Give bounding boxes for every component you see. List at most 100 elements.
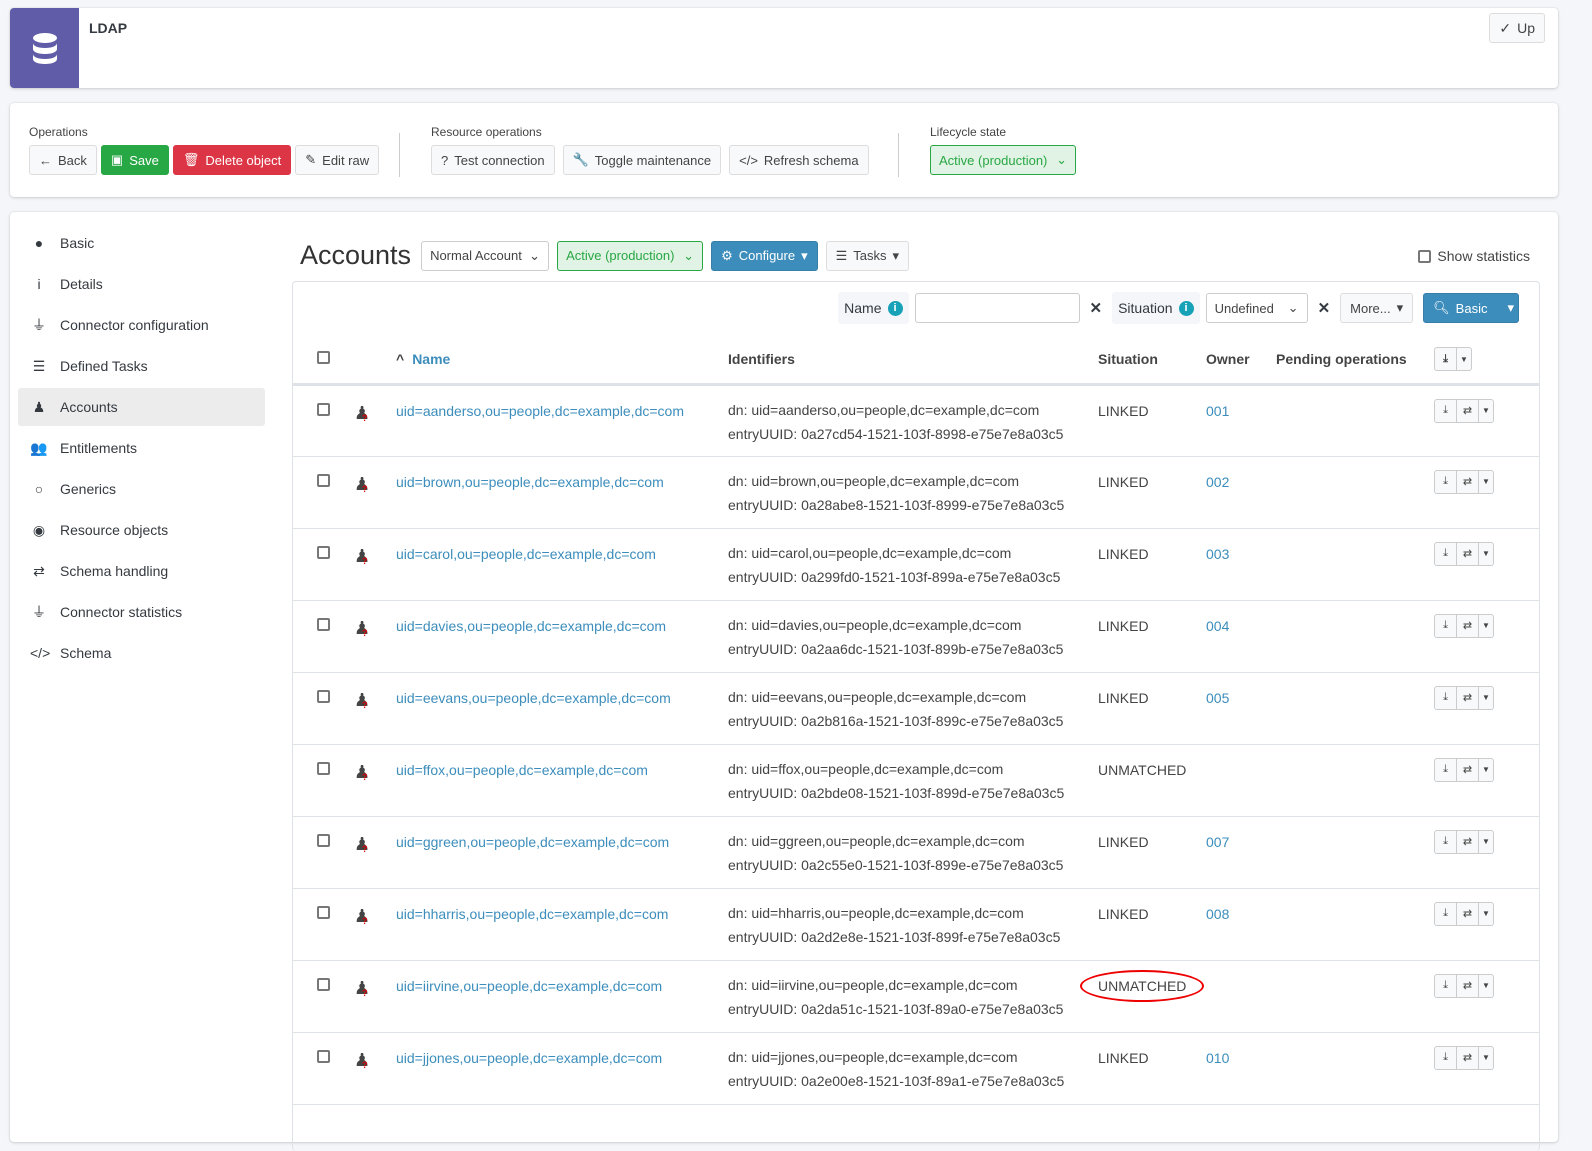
account-name-link[interactable]: uid=carol,ou=people,dc=example,dc=com	[396, 546, 656, 562]
caret-down-icon[interactable]: ▼	[1479, 471, 1493, 493]
kind-select[interactable]: Normal Account ⌄	[421, 240, 550, 271]
header-actions[interactable]: ⤓ ▼	[1434, 347, 1472, 372]
account-name-link[interactable]: uid=eevans,ou=people,dc=example,dc=com	[396, 690, 671, 706]
synchronize-icon[interactable]: ⇄	[1457, 902, 1479, 925]
row-actions[interactable]: ⤓ ⇄ ▼	[1434, 829, 1494, 854]
import-icon[interactable]: ⤓	[1435, 758, 1457, 781]
row-checkbox[interactable]	[317, 761, 330, 775]
account-name-link[interactable]: uid=jjones,ou=people,dc=example,dc=com	[396, 1050, 662, 1066]
owner-link[interactable]: 008	[1206, 906, 1229, 922]
account-name-link[interactable]: uid=ggreen,ou=people,dc=example,dc=com	[396, 834, 669, 850]
account-name-link[interactable]: uid=brown,ou=people,dc=example,dc=com	[396, 474, 664, 490]
row-actions[interactable]: ⤓ ⇄ ▼	[1434, 757, 1494, 782]
show-statistics-checkbox[interactable]	[1418, 249, 1432, 263]
owner-link[interactable]: 002	[1206, 474, 1229, 490]
info-icon[interactable]: i	[1178, 300, 1194, 316]
import-icon[interactable]: ⤓	[1435, 902, 1457, 925]
refresh-schema-button[interactable]: </> Refresh schema	[729, 145, 869, 175]
caret-down-icon[interactable]: ▼	[1479, 975, 1493, 997]
row-checkbox[interactable]	[317, 905, 330, 919]
import-icon[interactable]: ⤓	[1435, 830, 1457, 853]
toggle-maintenance-button[interactable]: 🔧 Toggle maintenance	[562, 145, 722, 175]
account-name-link[interactable]: uid=davies,ou=people,dc=example,dc=com	[396, 618, 666, 634]
sort-name-link[interactable]: Name	[412, 351, 450, 367]
save-button[interactable]: ▣ Save	[100, 145, 169, 175]
row-actions[interactable]: ⤓ ⇄ ▼	[1434, 1045, 1494, 1070]
import-icon[interactable]: ⤓	[1435, 470, 1457, 493]
sidebar-item-schema-handling[interactable]: ⇄ Schema handling	[18, 552, 265, 590]
import-icon[interactable]: ⤓	[1435, 614, 1457, 637]
synchronize-icon[interactable]: ⇄	[1457, 542, 1479, 565]
synchronize-icon[interactable]: ⇄	[1457, 399, 1479, 422]
row-checkbox[interactable]	[317, 689, 330, 703]
sidebar-item-connector-statistics[interactable]: ⏚ Connector statistics	[18, 593, 265, 631]
edit-raw-button[interactable]: ✎ Edit raw	[295, 145, 380, 175]
account-name-link[interactable]: uid=ffox,ou=people,dc=example,dc=com	[396, 762, 648, 778]
sidebar-item-details[interactable]: i Details	[18, 265, 265, 303]
import-icon[interactable]: ⤓	[1435, 348, 1457, 371]
caret-down-icon[interactable]: ▾	[1507, 300, 1514, 316]
row-actions[interactable]: ⤓ ⇄ ▼	[1434, 973, 1494, 998]
lifecycle-select[interactable]: Active (production) ⌄	[930, 145, 1076, 175]
more-filters-button[interactable]: More... ▾	[1340, 293, 1414, 323]
owner-link[interactable]: 004	[1206, 618, 1229, 634]
row-checkbox[interactable]	[317, 402, 330, 416]
synchronize-icon[interactable]: ⇄	[1457, 614, 1479, 637]
owner-link[interactable]: 001	[1206, 403, 1229, 419]
sidebar-item-generics[interactable]: ○ Generics	[18, 470, 265, 508]
account-name-link[interactable]: uid=iirvine,ou=people,dc=example,dc=com	[396, 978, 662, 994]
account-name-link[interactable]: uid=hharris,ou=people,dc=example,dc=com	[396, 906, 668, 922]
caret-down-icon[interactable]: ▼	[1479, 759, 1493, 781]
caret-down-icon[interactable]: ▼	[1479, 400, 1493, 422]
owner-link[interactable]: 003	[1206, 546, 1229, 562]
caret-down-icon[interactable]: ▼	[1479, 615, 1493, 637]
test-connection-button[interactable]: ? Test connection	[431, 145, 555, 175]
synchronize-icon[interactable]: ⇄	[1457, 830, 1479, 853]
import-icon[interactable]: ⤓	[1435, 542, 1457, 565]
configure-button[interactable]: ⚙ Configure ▾	[711, 240, 818, 271]
sidebar-item-basic[interactable]: ● Basic	[18, 224, 265, 262]
sidebar-item-entitlements[interactable]: 👥 Entitlements	[18, 429, 265, 467]
sidebar-item-schema[interactable]: </> Schema	[18, 634, 265, 672]
tasks-button[interactable]: ☰ Tasks ▾	[825, 240, 910, 271]
sidebar-item-resource-objects[interactable]: ◉ Resource objects	[18, 511, 265, 549]
import-icon[interactable]: ⤓	[1435, 1046, 1457, 1069]
caret-down-icon[interactable]: ▼	[1479, 543, 1493, 565]
row-checkbox[interactable]	[317, 977, 330, 991]
caret-down-icon[interactable]: ▼	[1479, 831, 1493, 853]
import-icon[interactable]: ⤓	[1435, 399, 1457, 422]
search-button[interactable]: 🔍︎ Basic ▾	[1423, 293, 1519, 323]
sidebar-item-accounts[interactable]: ♟ Accounts	[18, 388, 265, 426]
owner-link[interactable]: 007	[1206, 834, 1229, 850]
row-checkbox[interactable]	[317, 545, 330, 559]
row-actions[interactable]: ⤓ ⇄ ▼	[1434, 469, 1494, 494]
up-button[interactable]: ✓ Up	[1489, 13, 1545, 43]
synchronize-icon[interactable]: ⇄	[1457, 470, 1479, 493]
row-actions[interactable]: ⤓ ⇄ ▼	[1434, 901, 1494, 926]
delete-object-button[interactable]: 🗑 Delete object	[172, 145, 292, 175]
row-actions[interactable]: ⤓ ⇄ ▼	[1434, 685, 1494, 710]
clear-situation-filter-icon[interactable]: ✕	[1314, 299, 1335, 317]
row-actions[interactable]: ⤓ ⇄ ▼	[1434, 541, 1494, 566]
account-name-link[interactable]: uid=aanderso,ou=people,dc=example,dc=com	[396, 403, 684, 419]
show-statistics-toggle[interactable]: Show statistics	[1418, 248, 1530, 264]
info-icon[interactable]: i	[887, 300, 903, 316]
sidebar-item-defined-tasks[interactable]: ☰ Defined Tasks	[18, 347, 265, 385]
caret-down-icon[interactable]: ▼	[1457, 348, 1471, 370]
column-name[interactable]: ^ Name	[395, 336, 727, 386]
situation-filter-select[interactable]: Undefined ⌄	[1205, 293, 1308, 323]
synchronize-icon[interactable]: ⇄	[1457, 974, 1479, 997]
row-actions[interactable]: ⤓ ⇄ ▼	[1434, 398, 1494, 423]
accounts-lifecycle-select[interactable]: Active (production) ⌄	[557, 240, 704, 271]
synchronize-icon[interactable]: ⇄	[1457, 686, 1479, 709]
owner-link[interactable]: 010	[1206, 1050, 1229, 1066]
row-checkbox[interactable]	[317, 833, 330, 847]
select-all-checkbox[interactable]	[317, 351, 330, 365]
row-checkbox[interactable]	[317, 1049, 330, 1063]
import-icon[interactable]: ⤓	[1435, 686, 1457, 709]
sidebar-item-connector-configuration[interactable]: ⏚ Connector configuration	[18, 306, 265, 344]
owner-link[interactable]: 005	[1206, 690, 1229, 706]
synchronize-icon[interactable]: ⇄	[1457, 1046, 1479, 1069]
row-checkbox[interactable]	[317, 473, 330, 487]
name-filter-input[interactable]	[914, 293, 1080, 323]
